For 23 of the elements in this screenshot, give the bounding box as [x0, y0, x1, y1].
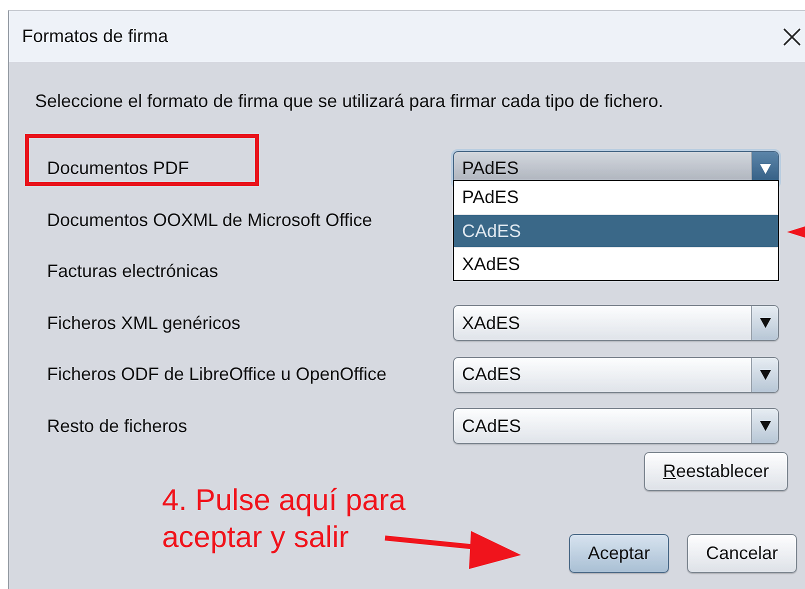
dialog-button[interactable]: Aceptar: [568, 534, 669, 573]
window-title: Formatos de firma: [22, 26, 168, 47]
dropdown[interactable]: XAdES: [453, 305, 779, 342]
dropdown-option[interactable]: XAdES: [454, 247, 778, 280]
caret-icon: [760, 421, 770, 432]
field-label: Ficheros XML genéricos: [47, 312, 242, 334]
field-label: Resto de ficheros: [47, 416, 188, 437]
caret-icon: [760, 164, 770, 174]
dialog-button[interactable]: Cancelar: [686, 534, 797, 573]
dropdown[interactable]: CAdES: [453, 408, 779, 444]
dropdown[interactable]: CAdES: [453, 356, 779, 393]
annotation-arrow: [787, 226, 805, 238]
caret-icon: [760, 318, 770, 328]
dropdown-option[interactable]: CAdES: [454, 214, 778, 247]
caret-icon: [760, 370, 770, 380]
field-label: Facturas electrónicas: [47, 261, 220, 282]
close-icon[interactable]: [783, 28, 801, 46]
reset-button[interactable]: Reestablecer: [644, 452, 788, 491]
field-label: Documentos OOXML de Microsoft Office: [47, 210, 374, 231]
field-label: Ficheros ODF de LibreOffice u OpenOffice: [47, 364, 388, 386]
field-label: Documentos PDF: [47, 158, 190, 180]
instruction-text: Seleccione el formato de firma que se utilizará para firmar cada tipo de fichero.: [35, 90, 664, 112]
annotation-text: 4. Pulse aquí para aceptar y salir: [162, 483, 407, 556]
